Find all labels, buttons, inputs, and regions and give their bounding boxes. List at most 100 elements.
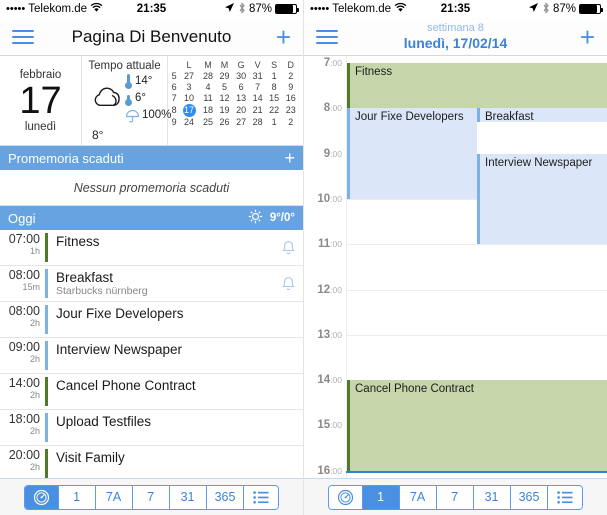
mini-calendar[interactable]: LMMGVSD 5 27 28 29 30 31 1 2 6 3 4 5 6 7 8 9 7 10 11 12 13 14… bbox=[168, 56, 303, 145]
bluetooth-icon bbox=[542, 1, 550, 17]
alarm-bell-icon[interactable] bbox=[273, 410, 303, 445]
calendar-day-cell[interactable]: 2 bbox=[282, 117, 299, 128]
mini-calendar-week-row: 8 17 18 19 20 21 22 23 bbox=[170, 103, 299, 117]
event-list-item[interactable]: 07:00 1h Fitness bbox=[0, 230, 303, 266]
calendar-event-block[interactable]: Interview Newspaper bbox=[477, 153, 607, 245]
calendar-day-cell[interactable]: 9 bbox=[282, 82, 299, 93]
calendar-day-cell[interactable]: 14 bbox=[249, 92, 266, 103]
view-mode-31[interactable]: 31 bbox=[169, 485, 207, 509]
reminders-section-header[interactable]: Promemoria scaduti + bbox=[0, 146, 303, 170]
calendar-event-block[interactable]: Fitness bbox=[347, 63, 607, 109]
event-body: Breakfast Starbucks nürnberg bbox=[48, 266, 273, 301]
view-mode-segmented-control[interactable]: 1 7A 7 31 365 bbox=[23, 484, 280, 510]
dashboard-gauge-icon[interactable] bbox=[328, 485, 363, 509]
add-reminder-button[interactable]: + bbox=[284, 149, 295, 167]
event-list-item[interactable]: 20:00 2h Visit Family bbox=[0, 446, 303, 482]
calendar-day-cell[interactable]: 23 bbox=[282, 103, 299, 117]
event-list-item[interactable]: 09:00 2h Interview Newspaper bbox=[0, 338, 303, 374]
alarm-bell-icon[interactable] bbox=[273, 338, 303, 373]
calendar-day-cell[interactable]: 4 bbox=[200, 82, 217, 93]
calendar-day-cell[interactable]: 28 bbox=[249, 117, 266, 128]
today-section-header[interactable]: Oggi 9°/0° bbox=[0, 206, 303, 230]
calendar-day-cell[interactable]: 25 bbox=[200, 117, 217, 128]
calendar-day-cell[interactable]: 2 bbox=[282, 71, 299, 82]
event-color-bar bbox=[477, 108, 480, 123]
calendar-day-cell[interactable]: 28 bbox=[200, 71, 217, 82]
calendar-day-cell[interactable]: 18 bbox=[200, 103, 217, 117]
calendar-day-cell[interactable]: 13 bbox=[233, 92, 250, 103]
thermometer-low-icon bbox=[125, 91, 132, 106]
calendar-event-block[interactable]: Cancel Phone Contract bbox=[347, 380, 607, 471]
calendar-day-cell[interactable]: 26 bbox=[216, 117, 233, 128]
alarm-bell-icon[interactable] bbox=[273, 302, 303, 337]
calendar-day-cell[interactable]: 1 bbox=[266, 117, 283, 128]
list-view-icon[interactable] bbox=[548, 485, 583, 509]
calendar-day-cell[interactable]: 19 bbox=[216, 103, 233, 117]
calendar-day-cell[interactable]: 20 bbox=[233, 103, 250, 117]
calendar-day-cell[interactable]: 11 bbox=[200, 92, 217, 103]
view-mode-365[interactable]: 365 bbox=[206, 485, 245, 509]
calendar-day-cell[interactable]: 27 bbox=[178, 71, 199, 82]
view-mode-365[interactable]: 365 bbox=[510, 485, 549, 509]
hamburger-menu-icon[interactable] bbox=[12, 29, 34, 44]
right-nav-bar: settimana 8 lunedì, 17/02/14 + bbox=[304, 18, 607, 56]
view-mode-7[interactable]: 7 bbox=[436, 485, 474, 509]
calendar-day-cell[interactable]: 31 bbox=[249, 71, 266, 82]
add-button[interactable]: + bbox=[580, 24, 595, 50]
calendar-event-block[interactable]: Jour Fixe Developers bbox=[347, 108, 477, 199]
view-mode-7[interactable]: 7 bbox=[132, 485, 170, 509]
view-mode-1[interactable]: 1 bbox=[362, 485, 400, 509]
alarm-bell-icon[interactable] bbox=[273, 266, 303, 301]
event-title: Breakfast bbox=[56, 270, 114, 285]
view-mode-7A[interactable]: 7A bbox=[95, 485, 133, 509]
event-title: Visit Family bbox=[56, 450, 125, 465]
calendar-day-cell[interactable]: 10 bbox=[178, 92, 199, 103]
calendar-day-cell[interactable]: 5 bbox=[216, 82, 233, 93]
event-duration: 1h bbox=[29, 246, 40, 256]
event-list-item[interactable]: 14:00 2h Cancel Phone Contract bbox=[0, 374, 303, 410]
calendar-day-cell[interactable]: 1 bbox=[266, 71, 283, 82]
calendar-day-cell[interactable]: 17 bbox=[178, 103, 199, 117]
calendar-day-cell[interactable]: 27 bbox=[233, 117, 250, 128]
view-mode-segmented-control[interactable]: 1 7A 7 31 365 bbox=[327, 484, 584, 510]
weekday-header-3: G bbox=[237, 60, 245, 71]
event-list-item[interactable]: 08:00 2h Jour Fixe Developers bbox=[0, 302, 303, 338]
alarm-bell-icon[interactable] bbox=[273, 446, 303, 481]
calendar-day-cell[interactable]: 22 bbox=[266, 103, 283, 117]
event-time-block: 18:00 2h bbox=[0, 410, 45, 445]
calendar-day-cell[interactable]: 6 bbox=[233, 82, 250, 93]
view-mode-1[interactable]: 1 bbox=[58, 485, 96, 509]
event-body: Interview Newspaper bbox=[48, 338, 273, 373]
event-list-item[interactable]: 18:00 2h Upload Testfiles bbox=[0, 410, 303, 446]
low-temp-row: 6° bbox=[125, 90, 171, 107]
dashboard-gauge-icon[interactable] bbox=[24, 485, 59, 509]
umbrella-icon bbox=[125, 109, 140, 123]
calendar-event-block[interactable]: Breakfast bbox=[477, 108, 607, 123]
event-color-bar bbox=[477, 153, 480, 245]
event-start-time: 09:00 bbox=[8, 340, 40, 354]
hamburger-menu-icon[interactable] bbox=[316, 29, 338, 44]
view-mode-7A[interactable]: 7A bbox=[399, 485, 437, 509]
calendar-day-cell[interactable]: 12 bbox=[216, 92, 233, 103]
day-title-stack: settimana 8 lunedì, 17/02/14 bbox=[304, 22, 607, 51]
alarm-bell-icon[interactable] bbox=[273, 230, 303, 265]
calendar-day-cell[interactable]: 21 bbox=[249, 103, 266, 117]
event-time-block: 20:00 2h bbox=[0, 446, 45, 481]
calendar-day-cell[interactable]: 8 bbox=[266, 82, 283, 93]
alarm-bell-icon[interactable] bbox=[273, 374, 303, 409]
weekday-header-1: M bbox=[204, 60, 212, 71]
low-temp-label: 6° bbox=[135, 92, 146, 104]
add-button[interactable]: + bbox=[276, 24, 291, 50]
calendar-day-cell[interactable]: 30 bbox=[233, 71, 250, 82]
calendar-day-cell[interactable]: 24 bbox=[178, 117, 199, 128]
calendar-day-cell[interactable]: 3 bbox=[178, 82, 199, 93]
calendar-day-cell[interactable]: 29 bbox=[216, 71, 233, 82]
calendar-day-cell[interactable]: 7 bbox=[249, 82, 266, 93]
event-list-item[interactable]: 08:00 15m Breakfast Starbucks nürnberg bbox=[0, 266, 303, 302]
calendar-day-cell[interactable]: 15 bbox=[266, 92, 283, 103]
day-grid[interactable]: 7:00 8:00 9:00 10:00 11:00 12:00 13:00 14:00 15:… bbox=[304, 56, 607, 478]
list-view-icon[interactable] bbox=[244, 485, 279, 509]
calendar-day-cell[interactable]: 16 bbox=[282, 92, 299, 103]
hour-gridline bbox=[346, 289, 607, 291]
view-mode-31[interactable]: 31 bbox=[473, 485, 511, 509]
